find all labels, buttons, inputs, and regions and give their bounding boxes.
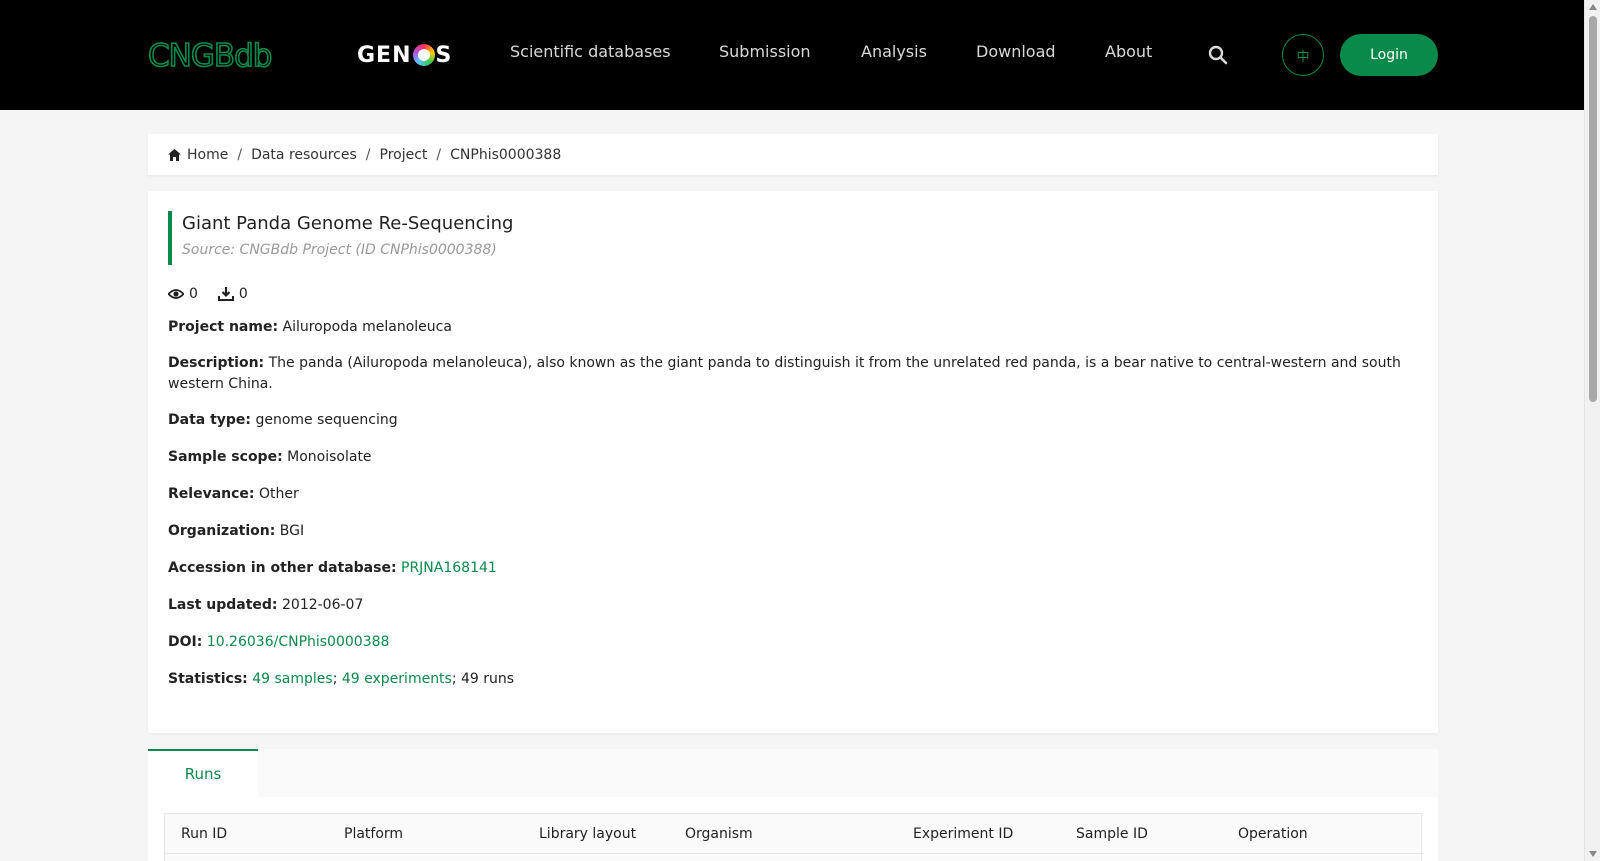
title-block: Giant Panda Genome Re-Sequencing Source:…: [168, 211, 513, 265]
description-value: The panda (Ailuropoda melanoleuca), also…: [168, 355, 1401, 392]
cngbdb-logo[interactable]: CNGBdb: [148, 36, 308, 74]
tab-content: Run ID Platform Library layout Organism …: [148, 797, 1438, 861]
organization-value: BGI: [279, 523, 305, 539]
doi-link[interactable]: 10.26036/CNPhis0000388: [207, 634, 390, 650]
field-label: Description:: [168, 355, 265, 371]
runs-table: Run ID Platform Library layout Organism …: [164, 813, 1423, 861]
breadcrumb-project[interactable]: Project: [380, 147, 428, 163]
field-accession: Accession in other database: PRJNA168141: [168, 558, 1418, 579]
field-label: Relevance:: [168, 486, 255, 502]
field-data-type: Data type: genome sequencing: [168, 410, 1418, 431]
runs-tabs-panel: Runs Run ID Platform Library layout Orga…: [148, 749, 1438, 861]
data-type-value: genome sequencing: [255, 412, 398, 428]
field-label: Last updated:: [168, 597, 278, 613]
breadcrumb-current: CNPhis0000388: [450, 146, 562, 163]
nav-about[interactable]: About: [1105, 42, 1152, 61]
tab-runs[interactable]: Runs: [148, 749, 258, 797]
sample-scope-value: Monoisolate: [287, 449, 372, 465]
field-label: Project name:: [168, 319, 279, 335]
runs-count: ; 49 runs: [451, 671, 515, 687]
column-header-library-layout[interactable]: Library layout: [539, 826, 636, 842]
page-scrollbar[interactable]: [1584, 0, 1600, 861]
field-project-name: Project name: Ailuropoda melanoleuca: [168, 317, 1418, 338]
nav-download[interactable]: Download: [976, 42, 1056, 61]
scroll-down-arrow-icon[interactable]: [1589, 851, 1597, 857]
genos-ring-icon: [412, 44, 435, 66]
page-title: Giant Panda Genome Re-Sequencing: [182, 213, 514, 234]
breadcrumb-separator: /: [436, 146, 442, 163]
field-organization: Organization: BGI: [168, 521, 1418, 542]
column-header-organism[interactable]: Organism: [685, 826, 753, 842]
download-icon: [217, 287, 234, 301]
column-header-sample-id[interactable]: Sample ID: [1076, 826, 1148, 842]
field-label: Accession in other database:: [168, 560, 397, 576]
search-icon[interactable]: [1207, 44, 1229, 66]
project-detail-card: Giant Panda Genome Re-Sequencing Source:…: [148, 191, 1438, 733]
svg-text:CNGBdb: CNGBdb: [148, 38, 271, 74]
field-doi: DOI: 10.26036/CNPhis0000388: [168, 632, 1418, 653]
nav-scientific-databases[interactable]: Scientific databases: [510, 42, 671, 61]
column-header-experiment-id[interactable]: Experiment ID: [913, 826, 1013, 842]
breadcrumb-separator: /: [365, 146, 371, 163]
field-label: Statistics:: [168, 671, 248, 687]
nav-analysis[interactable]: Analysis: [861, 42, 927, 61]
column-header-platform[interactable]: Platform: [344, 826, 403, 842]
table-header-divider: [165, 853, 1423, 854]
field-label: Data type:: [168, 412, 252, 428]
field-last-updated: Last updated: 2012-06-07: [168, 595, 1418, 616]
breadcrumb-data-resources[interactable]: Data resources: [251, 147, 357, 163]
last-updated-value: 2012-06-07: [282, 597, 364, 613]
breadcrumb: Home / Data resources / Project / CNPhis…: [148, 134, 1438, 175]
experiments-link[interactable]: 49 experiments: [342, 671, 452, 687]
project-name-value: Ailuropoda melanoleuca: [282, 319, 452, 335]
field-label: Organization:: [168, 523, 276, 539]
top-navbar: CNGBdb GEN S Scientific databases Submiss…: [0, 0, 1584, 110]
stat-separator: ;: [332, 671, 338, 687]
scrollbar-thumb[interactable]: [1589, 16, 1597, 402]
breadcrumb-home[interactable]: Home: [187, 147, 228, 163]
login-button[interactable]: Login: [1340, 34, 1438, 76]
home-icon: [168, 148, 181, 161]
download-count: 0: [238, 286, 248, 302]
view-count: 0: [189, 286, 198, 302]
field-label: Sample scope:: [168, 449, 283, 465]
eye-icon: [168, 289, 184, 299]
language-toggle-button[interactable]: 中: [1282, 34, 1324, 76]
scroll-up-arrow-icon[interactable]: [1589, 4, 1597, 10]
field-description: Description: The panda (Ailuropoda melan…: [168, 353, 1418, 395]
accession-link[interactable]: PRJNA168141: [401, 560, 497, 576]
source-line: Source: CNGBdb Project (ID CNPhis0000388…: [182, 242, 497, 258]
view-download-counts: 0 0: [168, 286, 268, 302]
nav-submission[interactable]: Submission: [719, 42, 811, 61]
field-label: DOI:: [168, 634, 203, 650]
field-relevance: Relevance: Other: [168, 484, 1418, 505]
breadcrumb-separator: /: [237, 146, 243, 163]
column-header-operation[interactable]: Operation: [1238, 826, 1308, 842]
field-sample-scope: Sample scope: Monoisolate: [168, 447, 1418, 468]
relevance-value: Other: [258, 486, 299, 502]
samples-link[interactable]: 49 samples: [252, 671, 332, 687]
genos-logo[interactable]: GEN S: [357, 40, 452, 70]
field-statistics: Statistics: 49 samples; 49 experiments; …: [168, 669, 1418, 690]
column-header-run-id[interactable]: Run ID: [181, 826, 227, 842]
